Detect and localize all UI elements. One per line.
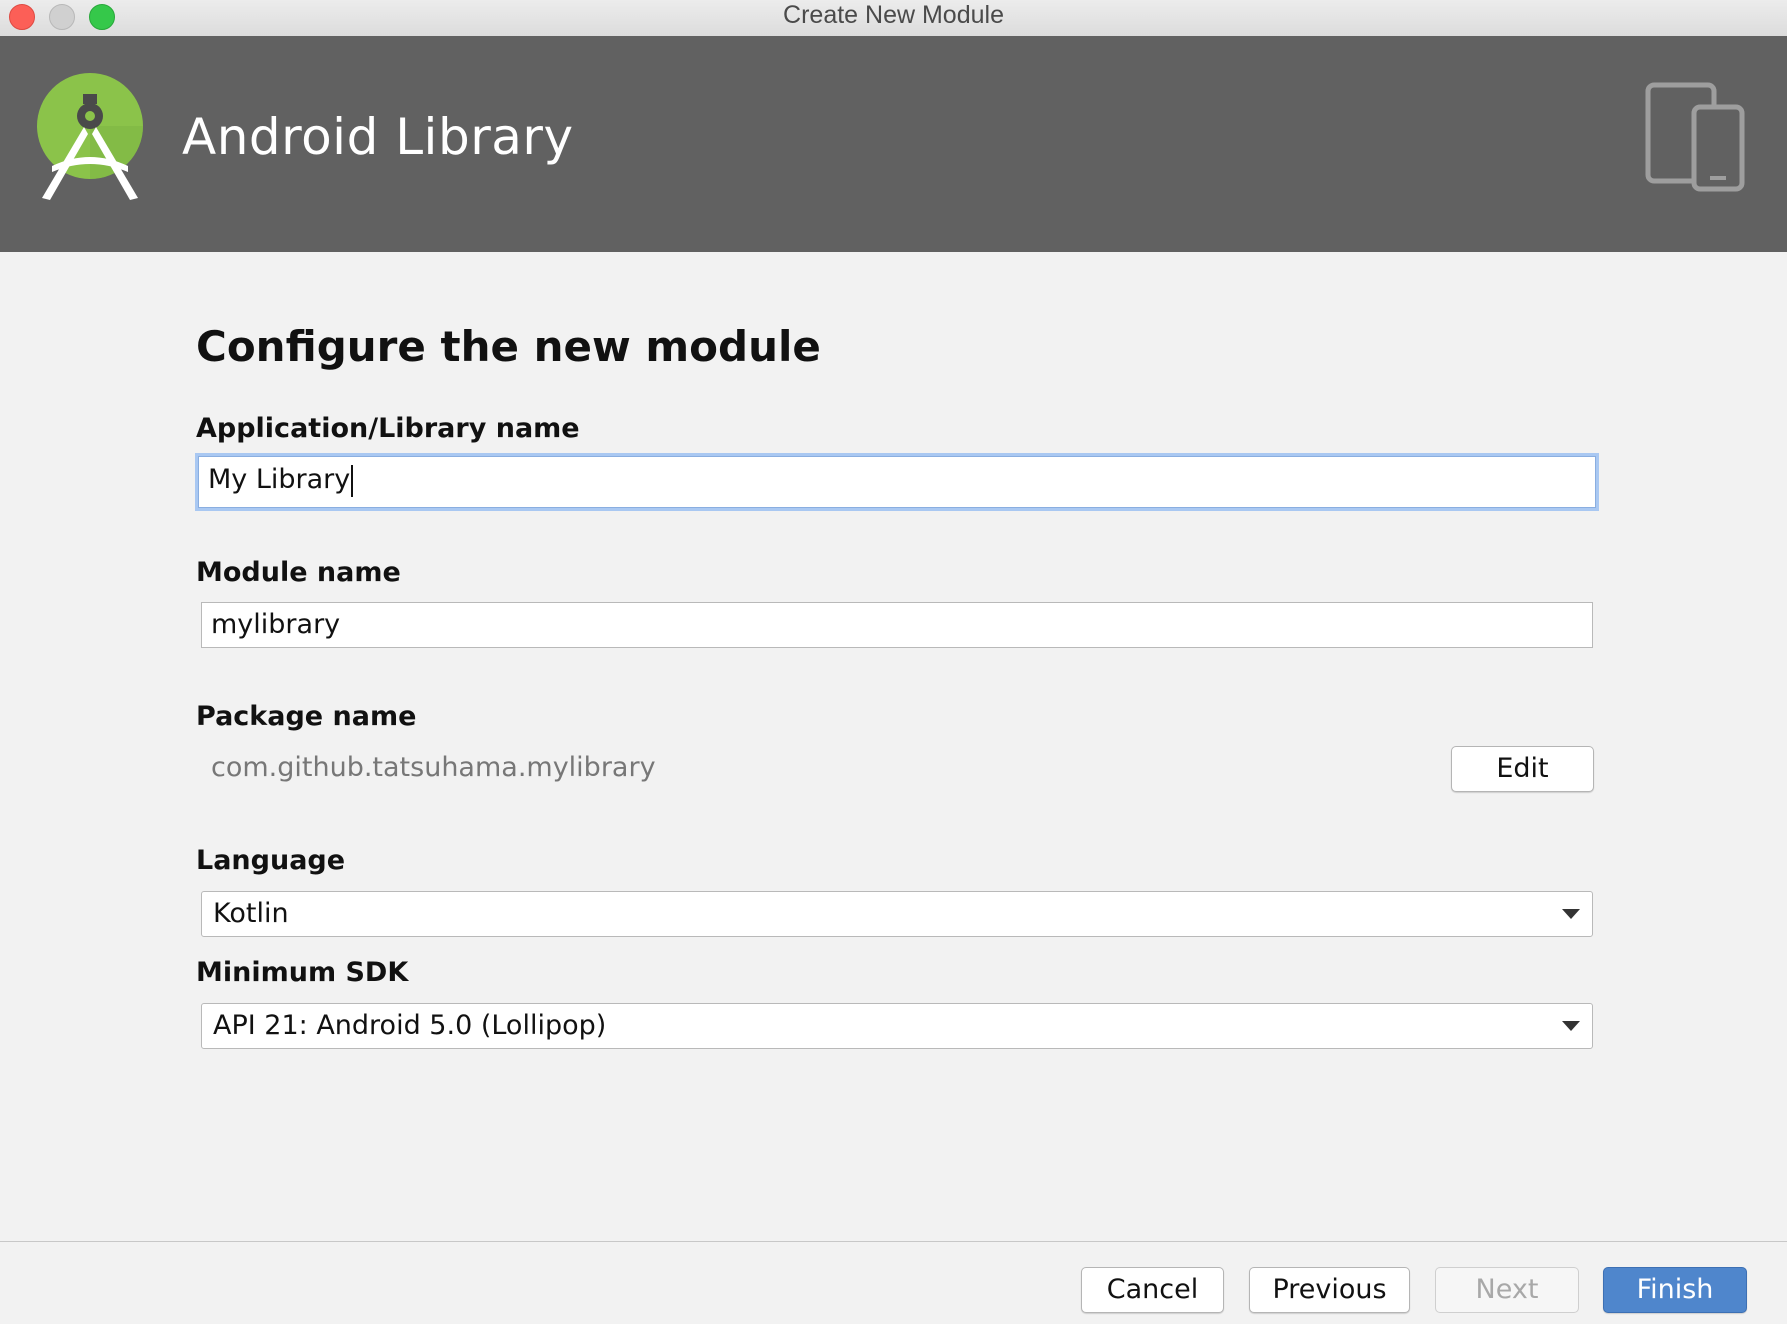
module-name-value: mylibrary	[211, 609, 341, 640]
min-sdk-select[interactable]: API 21: Android 5.0 (Lollipop)	[201, 1003, 1593, 1049]
footer-divider	[0, 1241, 1787, 1242]
chevron-down-icon	[1562, 1021, 1580, 1031]
language-label: Language	[196, 845, 346, 876]
edit-package-button[interactable]: Edit	[1451, 746, 1594, 792]
window-title: Create New Module	[783, 1, 1004, 29]
android-studio-icon	[37, 73, 143, 200]
min-sdk-label: Minimum SDK	[196, 957, 409, 988]
previous-button[interactable]: Previous	[1249, 1267, 1410, 1313]
module-name-input[interactable]: mylibrary	[201, 602, 1593, 648]
finish-button[interactable]: Finish	[1603, 1267, 1747, 1313]
tablet-phone-icon	[1645, 82, 1745, 192]
wizard-title: Android Library	[182, 108, 574, 166]
app-name-input[interactable]: My Library	[198, 456, 1596, 508]
page-heading: Configure the new module	[196, 322, 821, 371]
module-name-label: Module name	[196, 557, 401, 588]
cancel-button[interactable]: Cancel	[1081, 1267, 1224, 1313]
min-sdk-selected: API 21: Android 5.0 (Lollipop)	[213, 1010, 607, 1041]
package-name-value: com.github.tatsuhama.mylibrary	[211, 752, 656, 783]
title-bar: Create New Module	[0, 0, 1787, 37]
language-select[interactable]: Kotlin	[201, 891, 1593, 937]
text-caret	[351, 464, 354, 497]
app-name-value: My Library	[208, 464, 351, 495]
wizard-header: Android Library	[0, 36, 1787, 252]
next-button[interactable]: Next	[1435, 1267, 1579, 1313]
package-name-label: Package name	[196, 701, 417, 732]
language-selected: Kotlin	[213, 898, 289, 929]
chevron-down-icon	[1562, 909, 1580, 919]
app-name-label: Application/Library name	[196, 413, 580, 444]
